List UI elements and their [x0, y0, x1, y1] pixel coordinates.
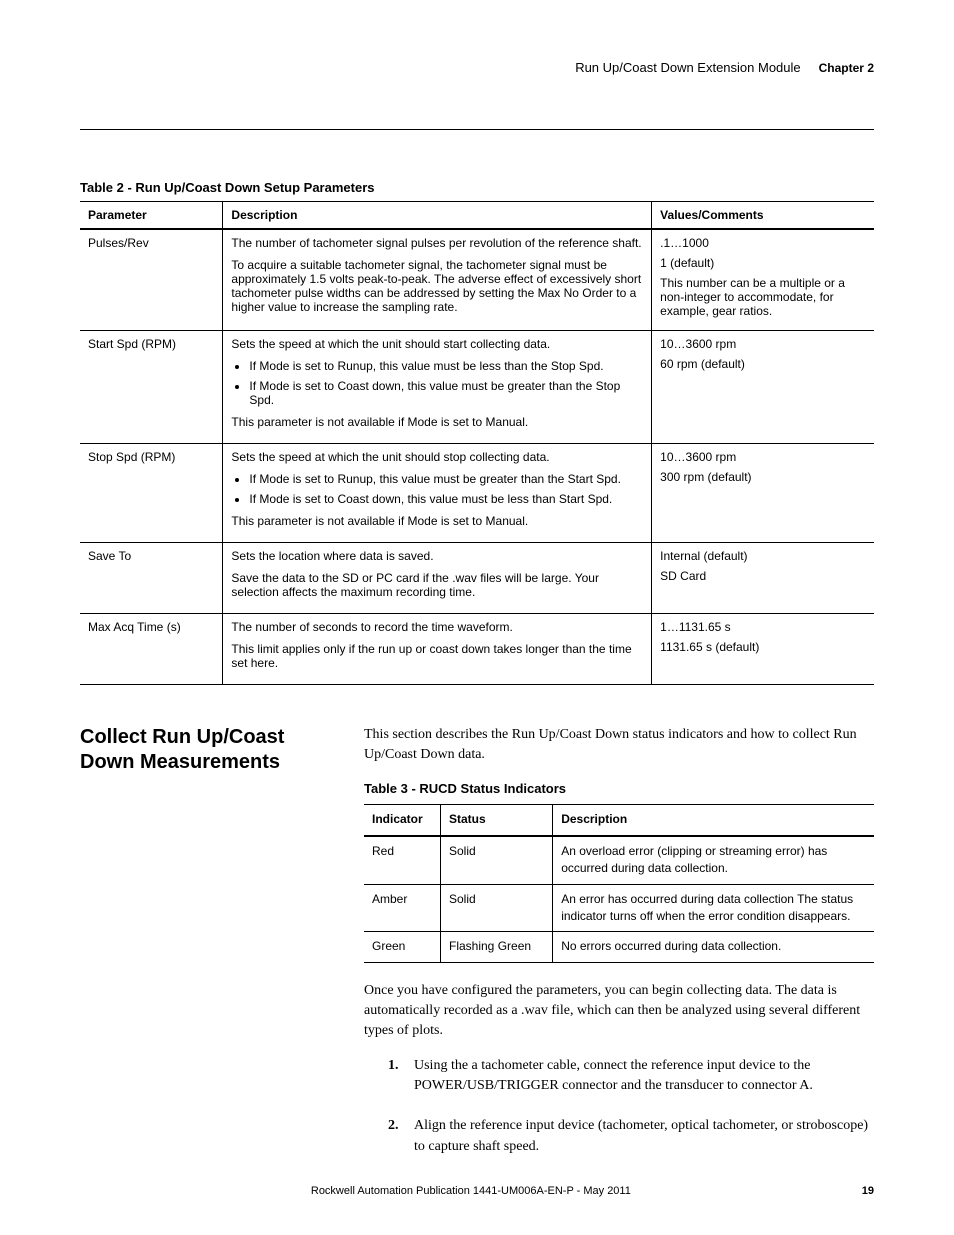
step-item: 1. Using the a tachometer cable, connect…: [388, 1056, 874, 1097]
desc-text: Save the data to the SD or PC card if th…: [231, 571, 643, 599]
vals-cell: 10…3600 rpm 60 rpm (default): [652, 331, 874, 444]
vals-text: 300 rpm (default): [660, 470, 866, 484]
step-text: Using the a tachometer cable, connect th…: [414, 1056, 874, 1097]
desc-text: This parameter is not available if Mode …: [231, 514, 643, 528]
table-row: Green Flashing Green No errors occurred …: [364, 932, 874, 962]
desc-cell: Sets the speed at which the unit should …: [223, 331, 652, 444]
header-divider: [80, 129, 874, 130]
vals-text: 1…1131.65 s: [660, 620, 866, 634]
table3-caption: Table 3 - RUCD Status Indicators: [364, 780, 874, 799]
table-row: Start Spd (RPM) Sets the speed at which …: [80, 331, 874, 444]
table-header-row: Parameter Description Values/Comments: [80, 202, 874, 230]
vals-cell: Internal (default) SD Card: [652, 543, 874, 614]
desc-li: If Mode is set to Coast down, this value…: [249, 492, 643, 506]
status-indicators-table: Indicator Status Description Red Solid A…: [364, 804, 874, 962]
page-header: Run Up/Coast Down Extension Module Chapt…: [80, 60, 874, 79]
vals-text: 1131.65 s (default): [660, 640, 866, 654]
desc-text: To acquire a suitable tachometer signal,…: [231, 258, 643, 314]
th-description: Description: [553, 805, 874, 836]
table-row: Red Solid An overload error (clipping or…: [364, 836, 874, 884]
ind-cell: Red: [364, 836, 441, 884]
body-paragraph: Once you have configured the parameters,…: [364, 981, 874, 1042]
desc-cell: An overload error (clipping or streaming…: [553, 836, 874, 884]
desc-li: If Mode is set to Runup, this value must…: [249, 472, 643, 486]
section-intro: This section describes the Run Up/Coast …: [364, 725, 874, 766]
th-description: Description: [223, 202, 652, 230]
desc-text: Sets the speed at which the unit should …: [231, 450, 643, 464]
desc-text: The number of seconds to record the time…: [231, 620, 643, 634]
th-values: Values/Comments: [652, 202, 874, 230]
desc-cell: The number of seconds to record the time…: [223, 614, 652, 685]
table-row: Pulses/Rev The number of tachometer sign…: [80, 229, 874, 331]
desc-cell: Sets the speed at which the unit should …: [223, 444, 652, 543]
footer-page-number: 19: [862, 1185, 874, 1197]
footer-publication: Rockwell Automation Publication 1441-UM0…: [80, 1185, 862, 1197]
step-text: Align the reference input device (tachom…: [414, 1116, 874, 1157]
vals-text: SD Card: [660, 569, 866, 583]
setup-parameters-table: Parameter Description Values/Comments Pu…: [80, 201, 874, 685]
vals-text: 10…3600 rpm: [660, 450, 866, 464]
header-module-title: Run Up/Coast Down Extension Module: [575, 60, 800, 75]
param-cell: Save To: [80, 543, 223, 614]
vals-cell: 1…1131.65 s 1131.65 s (default): [652, 614, 874, 685]
desc-cell: An error has occurred during data collec…: [553, 884, 874, 932]
vals-text: 10…3600 rpm: [660, 337, 866, 351]
table-row: Amber Solid An error has occurred during…: [364, 884, 874, 932]
desc-text: Sets the speed at which the unit should …: [231, 337, 643, 351]
desc-text: Sets the location where data is saved.: [231, 549, 643, 563]
vals-cell: 10…3600 rpm 300 rpm (default): [652, 444, 874, 543]
desc-cell: The number of tachometer signal pulses p…: [223, 229, 652, 331]
desc-cell: Sets the location where data is saved. S…: [223, 543, 652, 614]
step-number: 1.: [388, 1056, 404, 1097]
th-status: Status: [441, 805, 553, 836]
step-number: 2.: [388, 1116, 404, 1157]
section-heading: Collect Run Up/Coast Down Measurements: [80, 725, 340, 775]
desc-cell: No errors occurred during data collectio…: [553, 932, 874, 962]
table-row: Save To Sets the location where data is …: [80, 543, 874, 614]
param-cell: Pulses/Rev: [80, 229, 223, 331]
ind-cell: Green: [364, 932, 441, 962]
vals-text: This number can be a multiple or a non-i…: [660, 276, 866, 318]
table-row: Stop Spd (RPM) Sets the speed at which t…: [80, 444, 874, 543]
desc-li: If Mode is set to Coast down, this value…: [249, 379, 643, 407]
desc-text: The number of tachometer signal pulses p…: [231, 236, 643, 250]
vals-text: 1 (default): [660, 256, 866, 270]
vals-cell: .1…1000 1 (default) This number can be a…: [652, 229, 874, 331]
stat-cell: Solid: [441, 836, 553, 884]
table-header-row: Indicator Status Description: [364, 805, 874, 836]
param-cell: Start Spd (RPM): [80, 331, 223, 444]
stat-cell: Flashing Green: [441, 932, 553, 962]
page-footer: Rockwell Automation Publication 1441-UM0…: [80, 1185, 874, 1197]
vals-text: Internal (default): [660, 549, 866, 563]
header-chapter: Chapter 2: [819, 61, 874, 75]
param-cell: Stop Spd (RPM): [80, 444, 223, 543]
step-item: 2. Align the reference input device (tac…: [388, 1116, 874, 1157]
table2-caption: Table 2 - Run Up/Coast Down Setup Parame…: [80, 180, 874, 195]
desc-text: This limit applies only if the run up or…: [231, 642, 643, 670]
desc-text: This parameter is not available if Mode …: [231, 415, 643, 429]
stat-cell: Solid: [441, 884, 553, 932]
steps-list: 1. Using the a tachometer cable, connect…: [388, 1056, 874, 1157]
param-cell: Max Acq Time (s): [80, 614, 223, 685]
th-indicator: Indicator: [364, 805, 441, 836]
vals-text: .1…1000: [660, 236, 866, 250]
desc-li: If Mode is set to Runup, this value must…: [249, 359, 643, 373]
ind-cell: Amber: [364, 884, 441, 932]
th-parameter: Parameter: [80, 202, 223, 230]
vals-text: 60 rpm (default): [660, 357, 866, 371]
table-row: Max Acq Time (s) The number of seconds t…: [80, 614, 874, 685]
